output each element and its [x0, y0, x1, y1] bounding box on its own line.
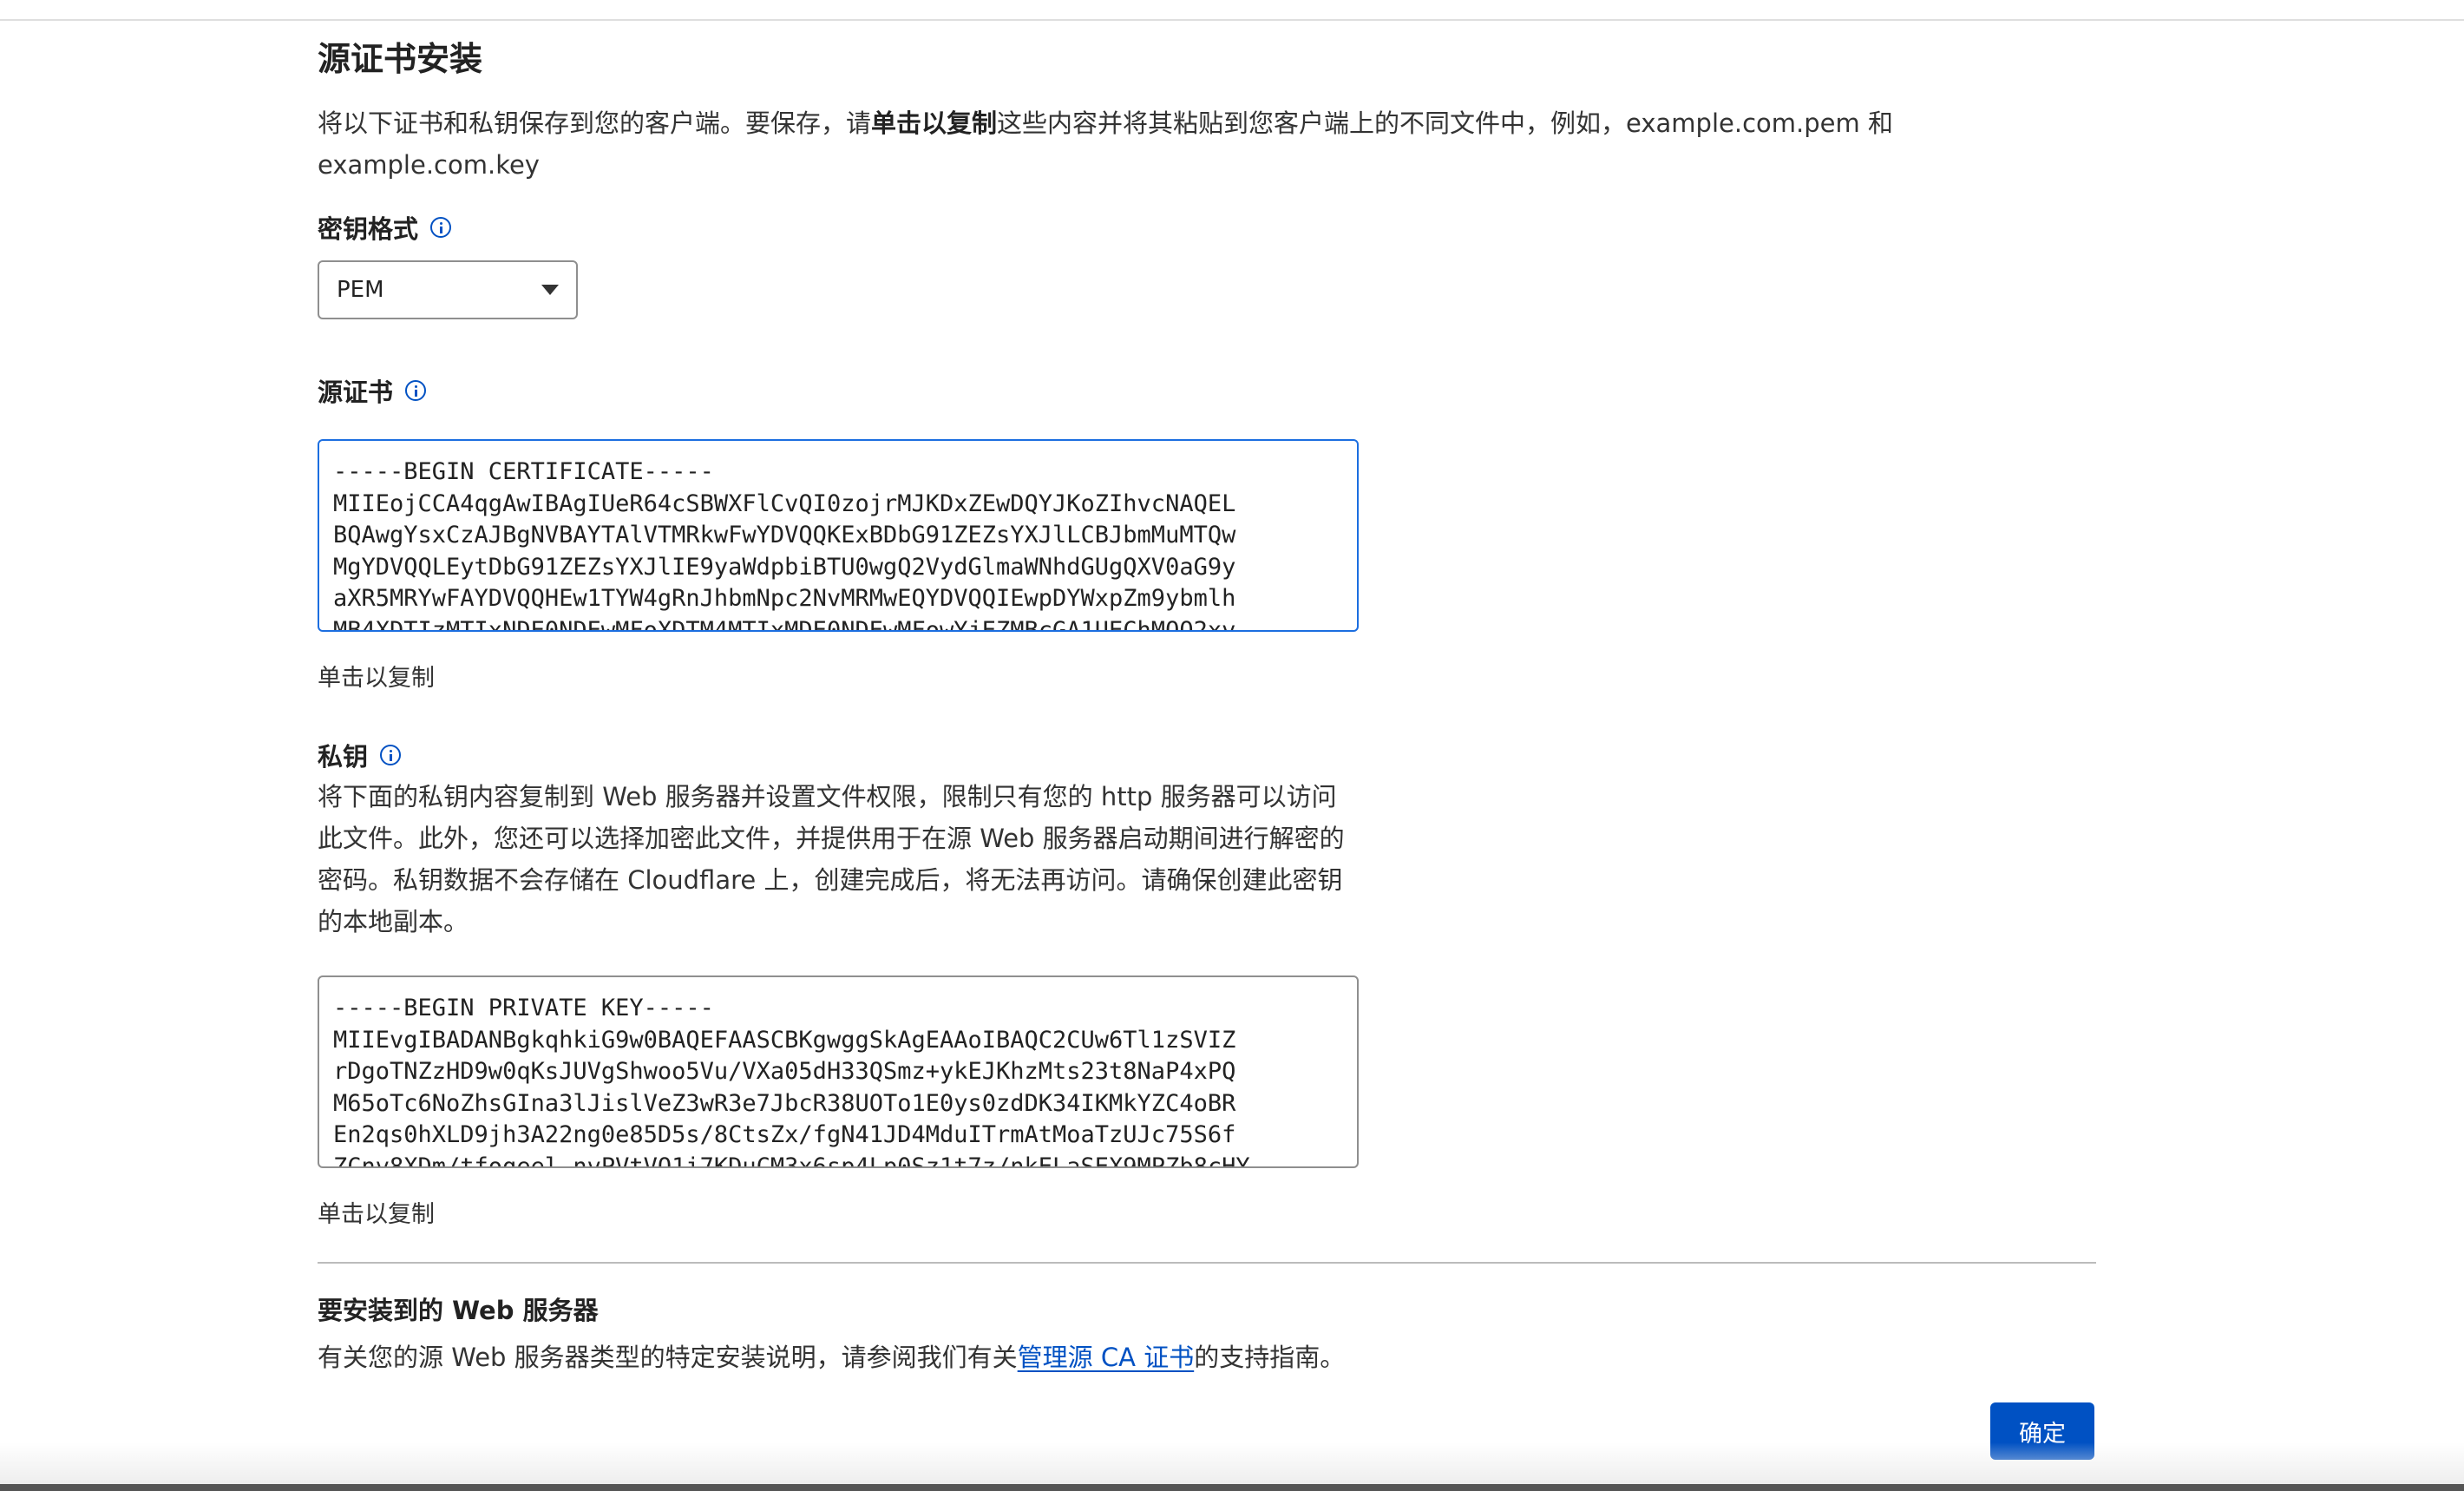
- web-server-text: 有关您的源 Web 服务器类型的特定安装说明，请参阅我们有关管理源 CA 证书的…: [318, 1337, 2096, 1378]
- web-server-text-prefix: 有关您的源 Web 服务器类型的特定安装说明，请参阅我们有关: [318, 1343, 1018, 1372]
- section-divider: [318, 1262, 2096, 1264]
- web-server-section: 要安装到的 Web 服务器 有关您的源 Web 服务器类型的特定安装说明，请参阅…: [318, 1291, 2096, 1378]
- private-key-label: 私钥: [318, 738, 2096, 772]
- info-icon[interactable]: [430, 217, 452, 238]
- certificate-copy-button[interactable]: 单击以复制: [318, 661, 2096, 696]
- info-icon[interactable]: [405, 380, 427, 401]
- private-key-description: 将下面的私钥内容复制到 Web 服务器并设置文件权限，限制只有您的 http 服…: [318, 782, 1345, 936]
- web-server-title: 要安装到的 Web 服务器: [318, 1296, 599, 1325]
- info-icon[interactable]: [380, 745, 402, 765]
- key-format-section: 密钥格式 PEM: [318, 210, 2096, 319]
- private-key-textarea[interactable]: -----BEGIN PRIVATE KEY----- MIIEvgIBADAN…: [318, 975, 1359, 1168]
- key-format-selected: PEM: [337, 277, 384, 303]
- main-content: 源证书安装 将以下证书和私钥保存到您的客户端。要保存，请单击以复制这些内容并将其…: [318, 35, 2096, 1378]
- private-key-section: 私钥 将下面的私钥内容复制到 Web 服务器并设置文件权限，限制只有您的 htt…: [318, 738, 2096, 1232]
- key-format-label: 密钥格式: [318, 210, 2096, 245]
- top-divider: [0, 19, 2464, 21]
- chevron-down-icon: [541, 285, 559, 295]
- manage-origin-ca-link[interactable]: 管理源 CA 证书: [1018, 1343, 1195, 1372]
- origin-certificate-section: 源证书 -----BEGIN CERTIFICATE----- MIIEojCC…: [318, 373, 2096, 696]
- page: 源证书安装 将以下证书和私钥保存到您的客户端。要保存，请单击以复制这些内容并将其…: [0, 0, 2464, 1491]
- key-format-select[interactable]: PEM: [318, 260, 578, 319]
- private-key-copy-button[interactable]: 单击以复制: [318, 1198, 2096, 1232]
- page-title: 源证书安装: [318, 40, 483, 78]
- origin-certificate-textarea[interactable]: -----BEGIN CERTIFICATE----- MIIEojCCA4qg…: [318, 439, 1359, 632]
- origin-certificate-label-text: 源证书: [318, 378, 394, 407]
- private-key-label-text: 私钥: [318, 742, 369, 772]
- install-intro: 将以下证书和私钥保存到您的客户端。要保存，请单击以复制这些内容并将其粘贴到您客户…: [318, 102, 2061, 186]
- web-server-text-suffix: 的支持指南。: [1194, 1343, 1346, 1372]
- intro-prefix: 将以下证书和私钥保存到您的客户端。要保存，请: [318, 108, 872, 138]
- bottom-edge: [0, 1484, 2464, 1491]
- intro-bold: 单击以复制: [871, 108, 998, 138]
- origin-certificate-label: 源证书: [318, 373, 2096, 408]
- key-format-label-text: 密钥格式: [318, 214, 419, 244]
